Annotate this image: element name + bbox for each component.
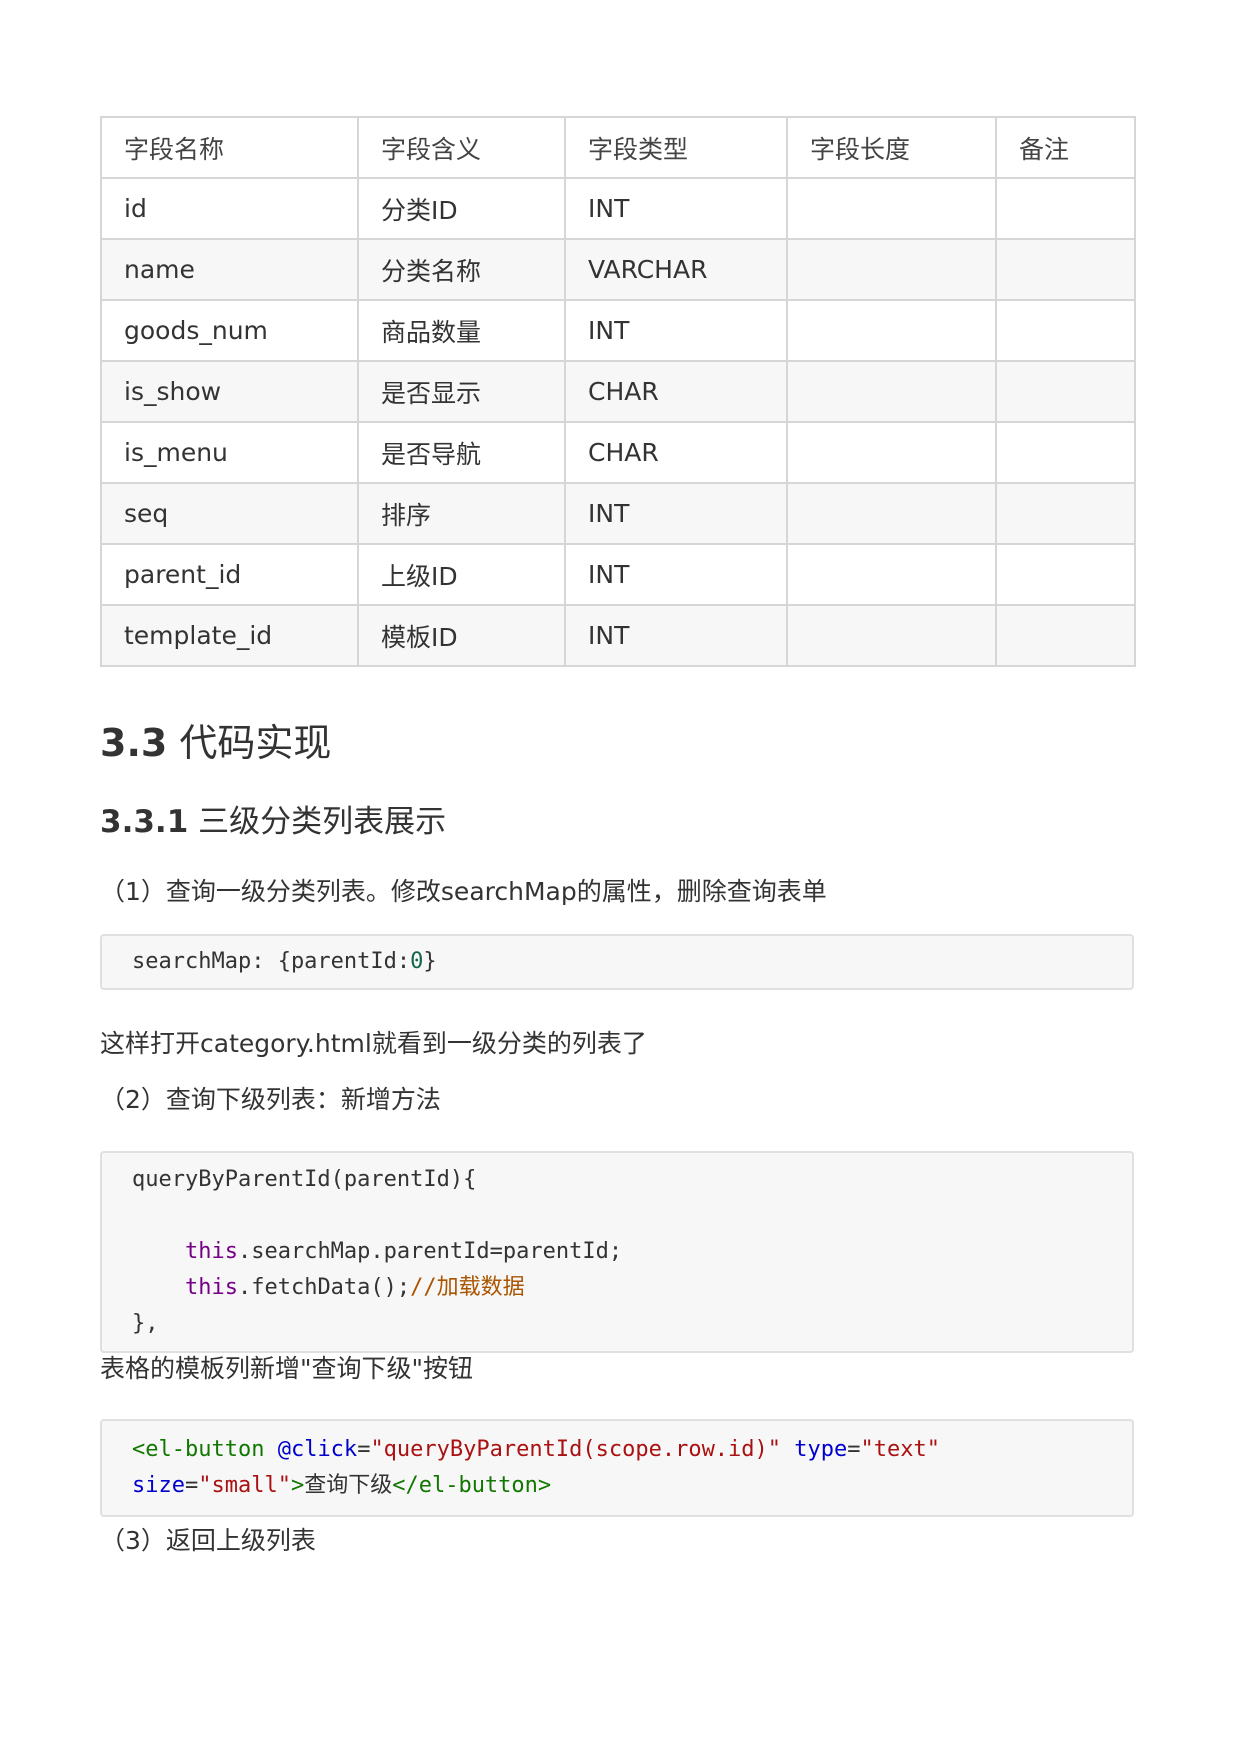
cell-field-length: [786, 360, 997, 423]
cell-remark: [995, 238, 1136, 301]
cell-field-name: parent_id: [100, 543, 359, 606]
cell-remark: [995, 604, 1136, 667]
code-line: searchMap: {parentId:0}: [132, 949, 437, 974]
cell-field-type: INT: [564, 482, 788, 545]
step-1-text: （1）查询一级分类列表。修改searchMap的属性，删除查询表单: [100, 877, 827, 906]
cell-field-length: [786, 299, 997, 362]
cell-field-name: is_menu: [100, 421, 359, 484]
table-row: name 分类名称 VARCHAR: [100, 238, 1136, 301]
cell-field-length: [786, 482, 997, 545]
cell-remark: [995, 299, 1136, 362]
code-block-el-button: <el-button @click="queryByParentId(scope…: [100, 1419, 1134, 1517]
cell-field-name: seq: [100, 482, 359, 545]
cell-field-type: CHAR: [564, 421, 788, 484]
cell-remark: [995, 482, 1136, 545]
code-line: queryByParentId(parentId){: [132, 1167, 477, 1192]
table-row: is_show 是否显示 CHAR: [100, 360, 1136, 423]
cell-field-meaning: 上级ID: [357, 543, 566, 606]
section-heading: 3.3 代码实现: [100, 712, 331, 767]
table-row: template_id 模板ID INT: [100, 604, 1136, 667]
field-table: 字段名称 字段含义 字段类型 字段长度 备注 id 分类ID INT name …: [100, 116, 1136, 667]
document-page: 字段名称 字段含义 字段类型 字段长度 备注 id 分类ID INT name …: [100, 116, 1136, 1555]
code-block-searchmap: searchMap: {parentId:0}: [100, 934, 1134, 990]
cell-field-type: INT: [564, 299, 788, 362]
header-field-name: 字段名称: [100, 116, 359, 179]
code-line: <el-button @click="queryByParentId(scope…: [132, 1437, 941, 1462]
table-row: is_menu 是否导航 CHAR: [100, 421, 1136, 484]
cell-field-meaning: 商品数量: [357, 299, 566, 362]
code-block-query-method: queryByParentId(parentId){ this.searchMa…: [100, 1151, 1134, 1353]
step-2-text: （2）查询下级列表：新增方法: [100, 1085, 441, 1114]
cell-field-name: is_show: [100, 360, 359, 423]
cell-field-type: INT: [564, 177, 788, 240]
cell-field-meaning: 分类名称: [357, 238, 566, 301]
header-remark: 备注: [995, 116, 1136, 179]
cell-field-name: goods_num: [100, 299, 359, 362]
cell-field-length: [786, 604, 997, 667]
cell-field-name: name: [100, 238, 359, 301]
cell-field-type: INT: [564, 604, 788, 667]
cell-field-name: id: [100, 177, 359, 240]
code-line: this.fetchData();//加载数据: [184, 1275, 525, 1300]
table-header-row: 字段名称 字段含义 字段类型 字段长度 备注: [100, 116, 1136, 179]
header-field-length: 字段长度: [786, 116, 997, 179]
table-row: seq 排序 INT: [100, 482, 1136, 545]
subsection-number: 3.3.1: [100, 804, 189, 840]
cell-remark: [995, 543, 1136, 606]
table-row: parent_id 上级ID INT: [100, 543, 1136, 606]
header-field-meaning: 字段含义: [357, 116, 566, 179]
cell-field-length: [786, 421, 997, 484]
cell-field-type: VARCHAR: [564, 238, 788, 301]
header-field-type: 字段类型: [564, 116, 788, 179]
cell-remark: [995, 360, 1136, 423]
cell-remark: [995, 177, 1136, 240]
cell-field-type: CHAR: [564, 360, 788, 423]
cell-field-meaning: 排序: [357, 482, 566, 545]
step-2-note: 表格的模板列新增"查询下级"按钮: [100, 1354, 473, 1383]
cell-field-meaning: 是否导航: [357, 421, 566, 484]
cell-field-meaning: 模板ID: [357, 604, 566, 667]
subsection-title: 三级分类列表展示: [198, 804, 447, 840]
cell-field-length: [786, 177, 997, 240]
code-line: size="small">查询下级</el-button>: [132, 1473, 552, 1498]
code-line: this.searchMap.parentId=parentId;: [184, 1239, 623, 1264]
cell-field-length: [786, 543, 997, 606]
cell-field-length: [786, 238, 997, 301]
table-row: goods_num 商品数量 INT: [100, 299, 1136, 362]
cell-remark: [995, 421, 1136, 484]
subsection-heading: 3.3.1 三级分类列表展示: [100, 796, 446, 841]
section-number: 3.3: [100, 721, 168, 765]
code-line: },: [132, 1311, 159, 1336]
section-title: 代码实现: [179, 721, 332, 765]
cell-field-name: template_id: [100, 604, 359, 667]
table-row: id 分类ID INT: [100, 177, 1136, 240]
cell-field-meaning: 分类ID: [357, 177, 566, 240]
step-3-text: （3）返回上级列表: [100, 1526, 316, 1555]
step-1-note: 这样打开category.html就看到一级分类的列表了: [100, 1029, 647, 1058]
cell-field-meaning: 是否显示: [357, 360, 566, 423]
cell-field-type: INT: [564, 543, 788, 606]
